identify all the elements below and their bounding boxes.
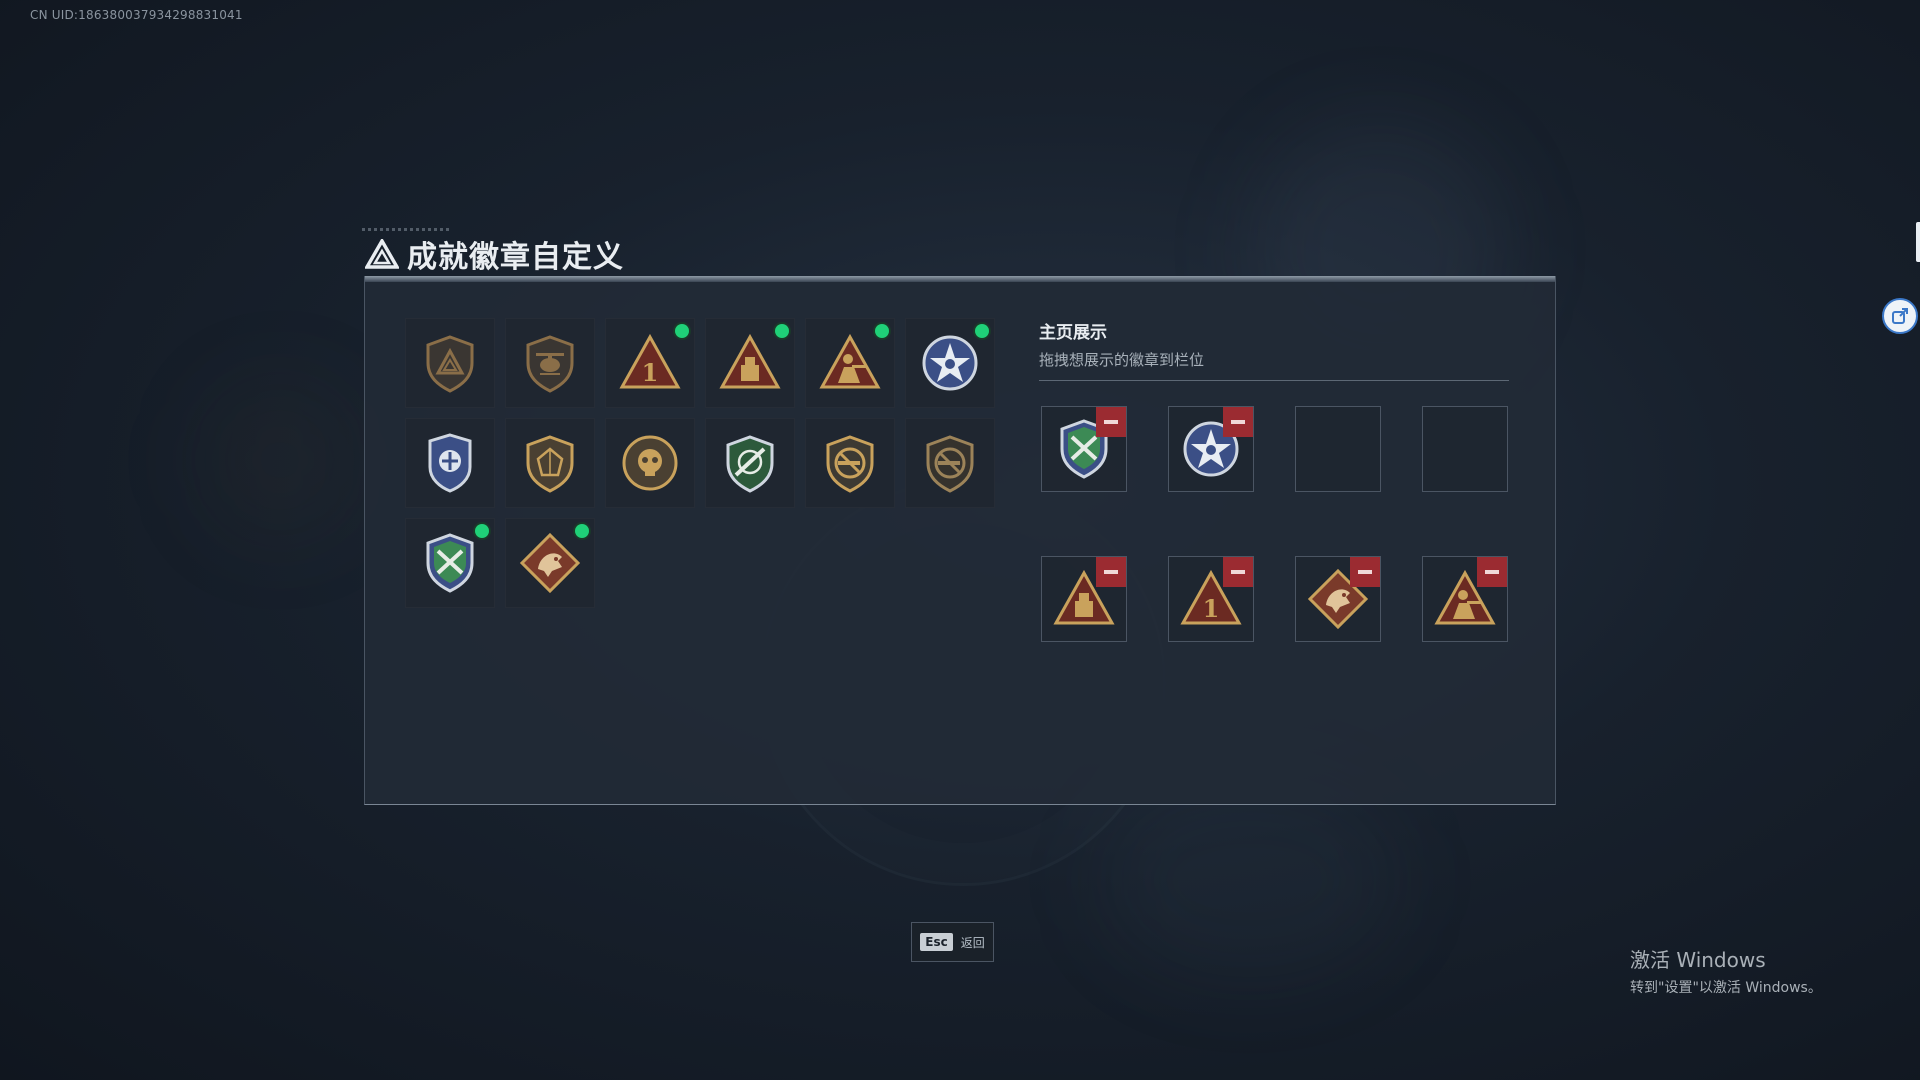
badge-slot[interactable] xyxy=(605,418,695,508)
windows-activation-watermark: 激活 Windows 转到"设置"以激活 Windows。 xyxy=(1630,944,1822,997)
badge-slot[interactable] xyxy=(705,318,795,408)
svg-text:1: 1 xyxy=(1203,594,1220,623)
badge-slot[interactable] xyxy=(505,418,595,508)
remove-badge-button[interactable] xyxy=(1096,407,1126,437)
supply-box-triangle-badge-icon xyxy=(719,333,781,389)
showcase-slot-filled[interactable] xyxy=(1041,556,1127,642)
skull-seal-badge-icon xyxy=(622,435,678,491)
homepage-showcase: 主页展示 拖拽想展示的徽章到栏位 1 xyxy=(1039,318,1509,642)
dragon-diamond-badge-icon xyxy=(519,532,581,594)
new-badge-indicator xyxy=(775,324,789,338)
share-icon[interactable] xyxy=(1882,298,1918,334)
badge-slot[interactable] xyxy=(805,418,895,508)
watermark-line-1: 激活 Windows xyxy=(1630,948,1766,972)
esc-key-hint: Esc xyxy=(920,933,953,951)
new-badge-indicator xyxy=(975,324,989,338)
back-button[interactable]: Esc 返回 xyxy=(911,922,994,962)
minus-icon xyxy=(1104,570,1118,574)
showcase-divider xyxy=(1039,380,1509,381)
star-emblem-badge-icon xyxy=(922,335,978,391)
helicopter-shield-badge-icon xyxy=(526,335,574,393)
badge-slot[interactable] xyxy=(405,318,495,408)
badge-slot[interactable] xyxy=(905,418,995,508)
showcase-slot-empty[interactable] xyxy=(1422,406,1508,492)
remove-badge-button[interactable] xyxy=(1477,557,1507,587)
panel-top-border xyxy=(365,276,1555,282)
watermark-line-2: 转到"设置"以激活 Windows。 xyxy=(1630,980,1822,996)
remove-badge-button[interactable] xyxy=(1223,407,1253,437)
badge-customization-panel: 1 主页展示 拖拽想展示的徽章到栏位 1 xyxy=(364,276,1556,805)
new-badge-indicator xyxy=(575,524,589,538)
new-badge-indicator xyxy=(675,324,689,338)
page-title: 成就徽章自定义 xyxy=(407,240,624,275)
number-one-triangle-badge-icon: 1 xyxy=(619,333,681,389)
badge-inventory-grid: 1 xyxy=(405,318,995,608)
badge-slot[interactable] xyxy=(405,518,495,608)
showcase-row-2: 1 xyxy=(1041,556,1508,642)
showcase-slot-filled[interactable] xyxy=(1168,406,1254,492)
uid-label: CN UID:186380037934298831041 xyxy=(30,8,243,22)
back-label: 返回 xyxy=(960,935,985,950)
police-shield-badge-icon xyxy=(428,433,472,493)
showcase-row-1 xyxy=(1041,406,1508,492)
showcase-subtitle: 拖拽想展示的徽章到栏位 xyxy=(1039,351,1205,369)
game-logo-icon xyxy=(365,239,399,269)
minus-icon xyxy=(1104,420,1118,424)
minus-icon xyxy=(1231,420,1245,424)
minus-icon xyxy=(1485,570,1499,574)
page-header: 成就徽章自定义 xyxy=(365,232,624,276)
badge-slot[interactable] xyxy=(905,318,995,408)
title-decoration xyxy=(362,228,452,231)
badge-slot[interactable] xyxy=(505,318,595,408)
remove-badge-button[interactable] xyxy=(1350,557,1380,587)
soldier-triangle-badge-icon xyxy=(819,333,881,389)
no-rifle-shield-dark-badge-icon xyxy=(926,435,974,493)
gem-shield-badge-icon xyxy=(526,435,574,493)
green-rifle-shield-badge-icon xyxy=(726,435,774,493)
showcase-slot-empty[interactable] xyxy=(1295,406,1381,492)
minus-icon xyxy=(1358,570,1372,574)
badge-slot[interactable] xyxy=(805,318,895,408)
showcase-slot-filled[interactable] xyxy=(1041,406,1127,492)
badge-slot[interactable]: 1 xyxy=(605,318,695,408)
showcase-slot-filled[interactable] xyxy=(1422,556,1508,642)
triangle-shield-badge-icon xyxy=(426,335,474,393)
svg-text:1: 1 xyxy=(642,358,659,387)
showcase-title: 主页展示 xyxy=(1039,323,1107,343)
rifle-cross-shield-badge-icon xyxy=(426,533,474,593)
remove-badge-button[interactable] xyxy=(1096,557,1126,587)
badge-slot[interactable] xyxy=(705,418,795,508)
badge-slot[interactable] xyxy=(405,418,495,508)
badge-slot[interactable] xyxy=(505,518,595,608)
minus-icon xyxy=(1231,570,1245,574)
no-rifle-shield-badge-icon xyxy=(826,435,874,493)
showcase-slot-filled[interactable] xyxy=(1295,556,1381,642)
new-badge-indicator xyxy=(875,324,889,338)
showcase-slot-filled[interactable]: 1 xyxy=(1168,556,1254,642)
edge-tab[interactable] xyxy=(1916,222,1920,262)
remove-badge-button[interactable] xyxy=(1223,557,1253,587)
new-badge-indicator xyxy=(475,524,489,538)
